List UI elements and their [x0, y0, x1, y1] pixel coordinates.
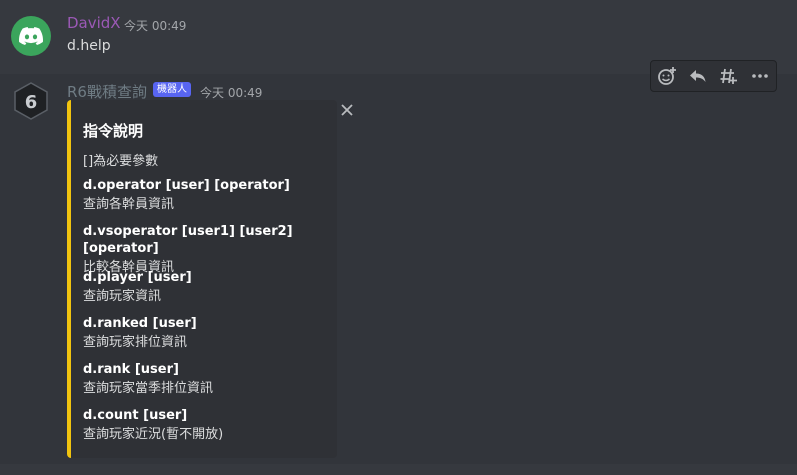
- embed-field: d.operator [user] [operator] 查詢各幹員資訊: [83, 177, 333, 214]
- svg-text:6: 6: [25, 92, 38, 113]
- embed-description: []為必要參數: [83, 154, 159, 169]
- field-value: 查詢各幹員資訊: [83, 197, 175, 212]
- more-icon: [751, 74, 768, 78]
- more-options-button[interactable]: [744, 61, 775, 91]
- timestamp: 今天 00:49: [124, 19, 187, 33]
- embed-title: 指令說明: [83, 122, 144, 140]
- field-name: d.rank [user]: [83, 362, 179, 377]
- create-thread-button[interactable]: [713, 61, 744, 91]
- help-embed: 指令說明 []為必要參數 d.operator [user] [operator…: [67, 100, 337, 458]
- add-reaction-icon: [657, 67, 676, 85]
- embed-field: d.rank [user] 查詢玩家當季排位資訊: [83, 361, 333, 398]
- field-value: 查詢玩家排位資訊: [83, 335, 188, 350]
- reply-icon: [689, 70, 705, 82]
- discord-logo-icon: [19, 27, 43, 45]
- dismiss-embed-button[interactable]: [341, 104, 353, 116]
- field-name: d.ranked [user]: [83, 316, 197, 331]
- avatar-r6-bot[interactable]: 6: [13, 82, 49, 120]
- rainbow-six-logo-icon: 6: [14, 82, 48, 120]
- message-content: d.help: [67, 38, 111, 54]
- author-name[interactable]: DavidX: [67, 14, 121, 32]
- field-name: d.player [user]: [83, 270, 192, 285]
- field-value: 查詢玩家近況(暫不開放): [83, 427, 224, 442]
- timestamp: 今天 00:49: [200, 86, 263, 100]
- message-bot: 6 R6戰積查詢 機器人 今天 00:49 指令說明 []為必要參數 d.ope…: [0, 74, 797, 464]
- embed-field: d.player [user] 查詢玩家資訊: [83, 269, 333, 306]
- reply-button[interactable]: [682, 61, 713, 91]
- avatar-davidx[interactable]: [11, 16, 51, 56]
- field-value: 查詢玩家資訊: [83, 289, 162, 304]
- create-thread-icon: [720, 68, 737, 84]
- field-name: d.vsoperator [user1] [user2] [operator]: [83, 224, 293, 256]
- field-name: d.count [user]: [83, 408, 188, 423]
- message-actions-toolbar: [650, 60, 777, 92]
- field-name: d.operator [user] [operator]: [83, 178, 290, 193]
- close-icon: [341, 104, 353, 116]
- embed-field: d.count [user] 查詢玩家近況(暫不開放): [83, 407, 333, 444]
- add-reaction-button[interactable]: [651, 61, 682, 91]
- field-value: 查詢玩家當季排位資訊: [83, 381, 214, 396]
- embed-field: d.ranked [user] 查詢玩家排位資訊: [83, 315, 333, 352]
- bot-badge: 機器人: [153, 82, 191, 97]
- bot-author-name[interactable]: R6戰積查詢: [67, 81, 147, 102]
